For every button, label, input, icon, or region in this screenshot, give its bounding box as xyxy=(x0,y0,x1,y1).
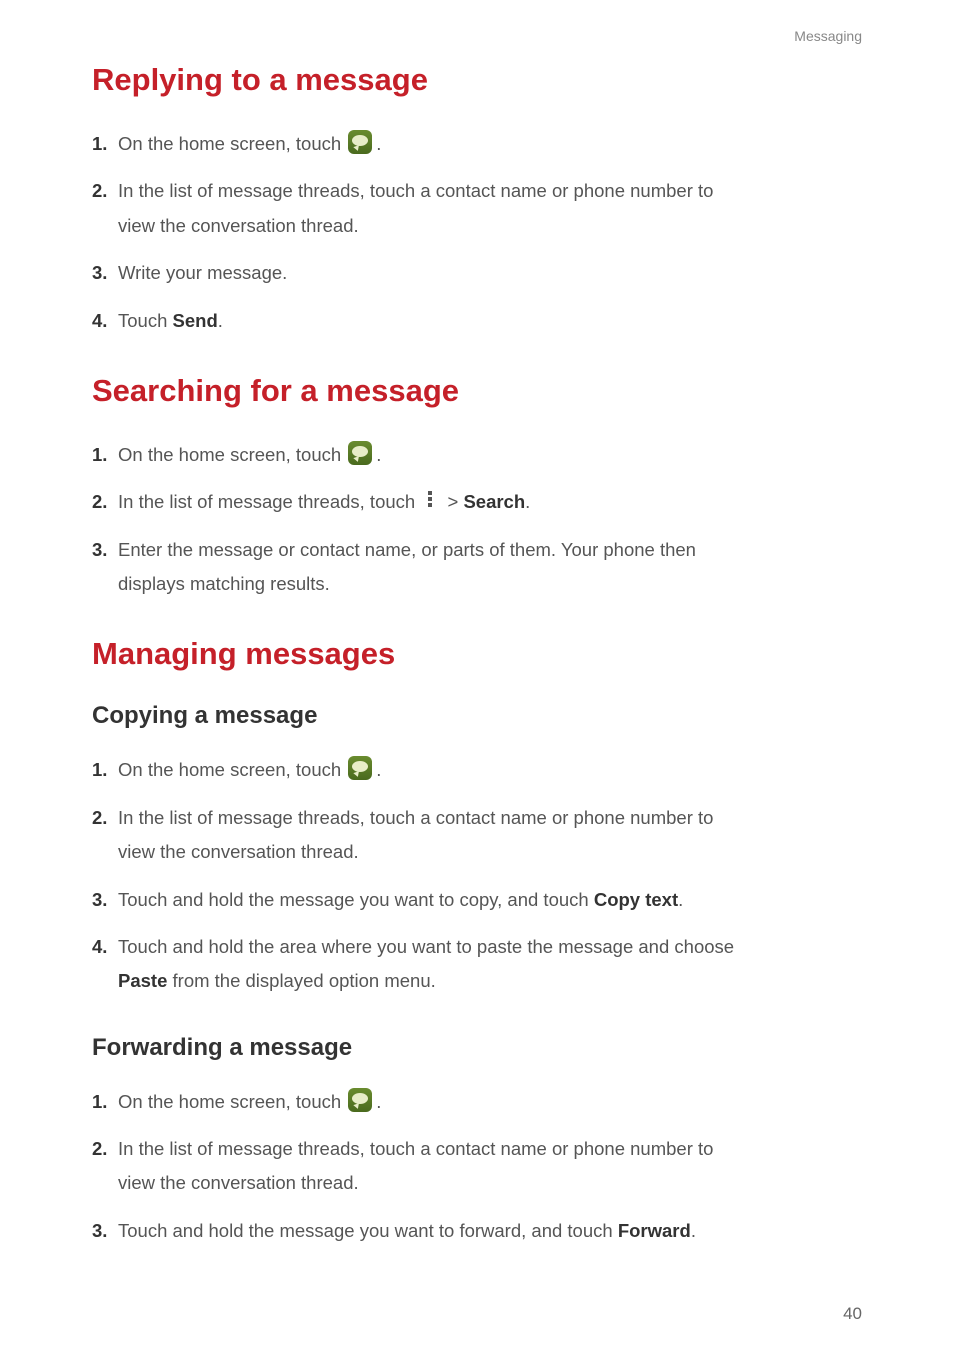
step-text: Touch and hold the message you want to f… xyxy=(118,1220,618,1241)
step-text-cont: Paste from the displayed option menu. xyxy=(118,965,862,997)
step-item: In the list of message threads, touch a … xyxy=(92,1133,862,1200)
messaging-app-icon xyxy=(348,756,372,780)
bold-label: Copy text xyxy=(594,889,678,910)
step-text: Touch xyxy=(118,310,173,331)
messaging-app-icon xyxy=(348,441,372,465)
step-item: On the home screen, touch . xyxy=(92,439,862,471)
step-text: On the home screen, touch xyxy=(118,444,346,465)
step-text: In the list of message threads, touch a … xyxy=(118,1138,713,1159)
step-text: On the home screen, touch xyxy=(118,133,346,154)
step-text-cont: view the conversation thread. xyxy=(118,836,862,868)
page-header-category: Messaging xyxy=(92,28,862,44)
section-searching: Searching for a message On the home scre… xyxy=(92,373,862,601)
step-text: In the list of message threads, touch a … xyxy=(118,807,713,828)
step-item: In the list of message threads, touch > … xyxy=(92,486,862,518)
step-text-cont: displays matching results. xyxy=(118,568,862,600)
subsection-title: Copying a message xyxy=(92,702,862,730)
steps-list: On the home screen, touch . In the list … xyxy=(92,128,862,337)
messaging-app-icon xyxy=(348,1088,372,1112)
step-text: On the home screen, touch xyxy=(118,1091,346,1112)
step-text: . xyxy=(376,133,381,154)
step-item: Touch Send. xyxy=(92,305,862,337)
step-text: In the list of message threads, touch xyxy=(118,491,420,512)
overflow-menu-icon xyxy=(425,491,435,509)
step-text-cont: view the conversation thread. xyxy=(118,1167,862,1199)
step-item: On the home screen, touch . xyxy=(92,128,862,160)
steps-list: On the home screen, touch . In the list … xyxy=(92,1086,862,1248)
step-item: On the home screen, touch . xyxy=(92,1086,862,1118)
subsection-title: Forwarding a message xyxy=(92,1034,862,1062)
step-item: Touch and hold the message you want to c… xyxy=(92,884,862,916)
step-text: Touch and hold the message you want to c… xyxy=(118,889,594,910)
step-item: On the home screen, touch . xyxy=(92,754,862,786)
steps-list: On the home screen, touch . In the list … xyxy=(92,754,862,997)
step-text: In the list of message threads, touch a … xyxy=(118,180,713,201)
section-replying: Replying to a message On the home screen… xyxy=(92,62,862,337)
step-text: Enter the message or contact name, or pa… xyxy=(118,539,696,560)
step-text: . xyxy=(678,889,683,910)
step-text: . xyxy=(691,1220,696,1241)
step-text: > xyxy=(442,491,463,512)
step-text: . xyxy=(376,1091,381,1112)
bold-label: Search xyxy=(463,491,525,512)
step-item: Touch and hold the message you want to f… xyxy=(92,1215,862,1247)
page-number: 40 xyxy=(843,1304,862,1324)
step-item: Enter the message or contact name, or pa… xyxy=(92,534,862,601)
messaging-app-icon xyxy=(348,130,372,154)
step-text: . xyxy=(376,759,381,780)
step-text: . xyxy=(218,310,223,331)
section-managing: Managing messages Copying a message On t… xyxy=(92,636,862,1247)
step-item: In the list of message threads, touch a … xyxy=(92,175,862,242)
step-text: Touch and hold the area where you want t… xyxy=(118,936,734,957)
section-title: Managing messages xyxy=(92,636,862,672)
section-title: Searching for a message xyxy=(92,373,862,409)
section-title: Replying to a message xyxy=(92,62,862,98)
step-text: . xyxy=(376,444,381,465)
step-item: In the list of message threads, touch a … xyxy=(92,802,862,869)
step-text: Write your message. xyxy=(118,262,287,283)
step-item: Write your message. xyxy=(92,257,862,289)
step-text: . xyxy=(525,491,530,512)
step-text: from the displayed option menu. xyxy=(167,970,435,991)
bold-label: Send xyxy=(173,310,218,331)
step-item: Touch and hold the area where you want t… xyxy=(92,931,862,998)
step-text: On the home screen, touch xyxy=(118,759,346,780)
bold-label: Paste xyxy=(118,970,167,991)
steps-list: On the home screen, touch . In the list … xyxy=(92,439,862,601)
step-text-cont: view the conversation thread. xyxy=(118,210,862,242)
bold-label: Forward xyxy=(618,1220,691,1241)
